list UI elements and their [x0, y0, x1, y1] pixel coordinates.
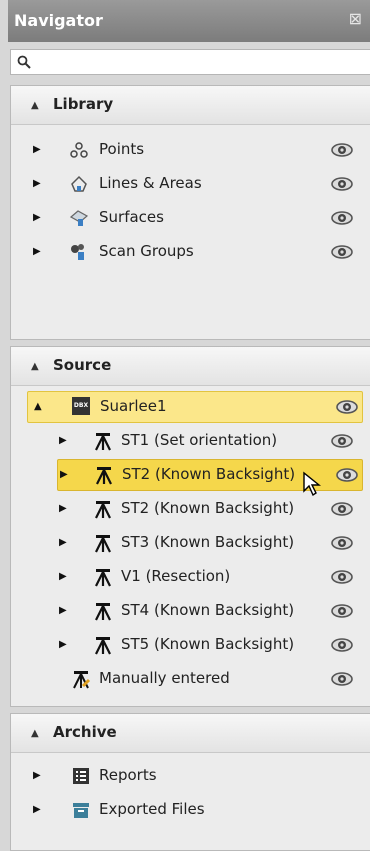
- expand-arrow-icon[interactable]: ▶: [59, 503, 67, 514]
- archive-title: Archive: [53, 723, 117, 741]
- visibility-eye-icon[interactable]: [331, 672, 353, 686]
- station-tripod-icon: [93, 431, 113, 451]
- source-root-label: Suarlee1: [100, 397, 167, 415]
- archive-header[interactable]: ▲ Archive: [11, 714, 370, 753]
- source-title: Source: [53, 356, 112, 374]
- visibility-eye-icon[interactable]: [336, 400, 358, 414]
- expand-arrow-icon[interactable]: ▶: [33, 770, 41, 781]
- library-item-scan-groups[interactable]: ▶ Scan Groups: [11, 236, 369, 268]
- visibility-eye-icon[interactable]: [331, 638, 353, 652]
- expand-arrow-icon[interactable]: ▶: [59, 435, 67, 446]
- expand-arrow-icon[interactable]: ▶: [33, 212, 41, 223]
- source-item-station[interactable]: ▶ ST4 (Known Backsight): [11, 595, 369, 627]
- station-tripod-icon: [93, 567, 113, 587]
- library-header[interactable]: ▲ Library: [11, 86, 370, 125]
- station-label: ST5 (Known Backsight): [121, 635, 295, 653]
- surfaces-icon: [69, 210, 89, 226]
- window-title: Navigator: [14, 11, 103, 30]
- library-item-label: Scan Groups: [99, 242, 194, 260]
- expand-arrow-icon[interactable]: ▶: [33, 804, 41, 815]
- station-label: ST2 (Known Backsight): [122, 465, 296, 483]
- library-item-label: Lines & Areas: [99, 174, 202, 192]
- visibility-eye-icon[interactable]: [331, 536, 353, 550]
- exported-files-icon: [73, 803, 89, 818]
- expand-arrow-icon[interactable]: ▶: [60, 469, 68, 480]
- expand-arrow-icon[interactable]: ▶: [59, 571, 67, 582]
- source-header[interactable]: ▲ Source: [11, 347, 370, 386]
- library-item-surfaces[interactable]: ▶ Surfaces: [11, 202, 369, 234]
- visibility-eye-icon[interactable]: [331, 211, 353, 225]
- expand-arrow-icon[interactable]: ▶: [59, 639, 67, 650]
- source-item-station[interactable]: ▶ ST2 (Known Backsight): [11, 493, 369, 525]
- search-input[interactable]: [10, 49, 370, 75]
- archive-item-label: Reports: [99, 766, 157, 784]
- station-tripod-icon: [93, 533, 113, 553]
- manual-entry-icon: [73, 671, 91, 689]
- points-icon: [70, 142, 88, 158]
- visibility-eye-icon[interactable]: [331, 434, 353, 448]
- source-item-station[interactable]: ▶ V1 (Resection): [11, 561, 369, 593]
- source-item-station[interactable]: ▶ ST5 (Known Backsight): [11, 629, 369, 661]
- station-label: ST1 (Set orientation): [121, 431, 278, 449]
- station-label: ST4 (Known Backsight): [121, 601, 295, 619]
- collapse-icon[interactable]: ▲: [31, 100, 39, 111]
- visibility-eye-icon[interactable]: [331, 143, 353, 157]
- visibility-eye-icon[interactable]: [336, 468, 358, 482]
- collapse-arrow-icon[interactable]: ▲: [34, 401, 42, 412]
- source-panel: ▲ Source ▲ DBX Suarlee1 ▶ ST1 (Set orien…: [10, 346, 370, 707]
- visibility-eye-icon[interactable]: [331, 604, 353, 618]
- collapse-icon[interactable]: ▲: [31, 728, 39, 739]
- source-root-suarlee1[interactable]: ▲ DBX Suarlee1: [27, 391, 363, 423]
- station-tripod-icon: [93, 601, 113, 621]
- expand-arrow-icon[interactable]: ▶: [59, 537, 67, 548]
- visibility-eye-icon[interactable]: [331, 245, 353, 259]
- reports-icon: [73, 768, 89, 784]
- station-tripod-icon: [93, 499, 113, 519]
- expand-arrow-icon[interactable]: ▶: [59, 605, 67, 616]
- visibility-eye-icon[interactable]: [331, 177, 353, 191]
- scan-groups-icon: [71, 244, 84, 260]
- station-tripod-icon: [93, 635, 113, 655]
- source-item-station[interactable]: ▶ ST1 (Set orientation): [11, 425, 369, 457]
- source-item-manual[interactable]: Manually entered: [11, 663, 369, 695]
- library-item-points[interactable]: ▶ Points: [11, 134, 369, 166]
- visibility-eye-icon[interactable]: [331, 570, 353, 584]
- library-item-label: Points: [99, 140, 145, 158]
- navigator-titlebar: Navigator ⊠: [8, 0, 370, 42]
- mouse-cursor-icon: [303, 471, 321, 497]
- station-label: ST2 (Known Backsight): [121, 499, 295, 517]
- archive-panel: ▲ Archive ▶ Reports ▶ Exported Files: [10, 713, 370, 851]
- search-icon: [17, 55, 31, 69]
- collapse-icon[interactable]: ▲: [31, 361, 39, 372]
- library-item-label: Surfaces: [99, 208, 164, 226]
- station-label: V1 (Resection): [121, 567, 231, 585]
- close-icon[interactable]: ⊠: [349, 9, 362, 28]
- manual-label: Manually entered: [99, 669, 230, 687]
- station-tripod-icon: [94, 465, 114, 485]
- archive-item-label: Exported Files: [99, 800, 205, 818]
- expand-arrow-icon[interactable]: ▶: [33, 246, 41, 257]
- expand-arrow-icon[interactable]: ▶: [33, 144, 41, 155]
- library-item-lines-areas[interactable]: ▶ Lines & Areas: [11, 168, 369, 200]
- archive-item-exported-files[interactable]: ▶ Exported Files: [11, 794, 369, 826]
- library-panel: ▲ Library ▶ Points ▶ Lines & Areas ▶ Sur…: [10, 85, 370, 340]
- dbx-file-icon: DBX: [72, 397, 90, 415]
- lines-areas-icon: [71, 175, 87, 192]
- station-label: ST3 (Known Backsight): [121, 533, 295, 551]
- source-item-station[interactable]: ▶ ST3 (Known Backsight): [11, 527, 369, 559]
- archive-item-reports[interactable]: ▶ Reports: [11, 760, 369, 792]
- library-title: Library: [53, 95, 114, 113]
- visibility-eye-icon[interactable]: [331, 502, 353, 516]
- expand-arrow-icon[interactable]: ▶: [33, 178, 41, 189]
